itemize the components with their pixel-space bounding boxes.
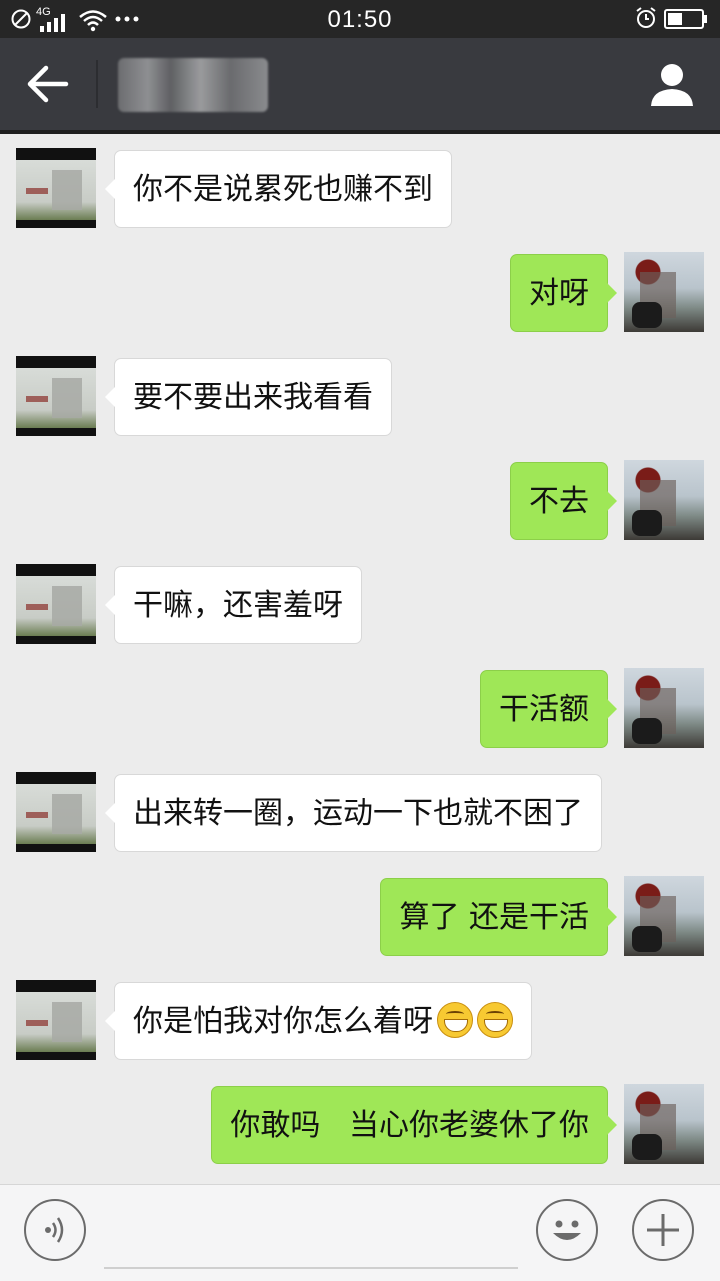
message-bubble[interactable]: 不去 (510, 462, 617, 540)
message-bubble[interactable]: 你敢吗 当心你老婆休了你 (211, 1086, 617, 1164)
message-sent: 不去 (0, 446, 720, 540)
my-avatar[interactable] (624, 876, 704, 956)
message-sent: 对呀 (0, 238, 720, 332)
my-avatar[interactable] (624, 668, 704, 748)
back-button[interactable] (24, 62, 74, 106)
battery-icon (664, 9, 707, 29)
back-arrow-icon (27, 65, 69, 103)
message-input[interactable] (104, 1205, 518, 1269)
contact-avatar[interactable] (16, 772, 96, 852)
emoji-button[interactable] (536, 1199, 598, 1261)
contact-avatar[interactable] (16, 356, 96, 436)
contact-avatar[interactable] (16, 148, 96, 228)
status-time: 01:50 (327, 6, 393, 33)
grinning-emoji-icon (477, 1001, 513, 1038)
voice-button[interactable] (24, 1199, 86, 1261)
plus-icon (647, 1214, 679, 1246)
message-bubble[interactable]: 对呀 (510, 254, 617, 332)
message-list[interactable]: 你不是说累死也赚不到 对呀 要不要出来我看看 不去 干嘛，还害羞呀 干活额 出来… (0, 134, 720, 1184)
voice-icon (45, 1217, 64, 1243)
my-avatar[interactable] (624, 1084, 704, 1164)
message-bubble[interactable]: 干嘛，还害羞呀 (105, 566, 362, 644)
message-bubble[interactable]: 出来转一圈，运动一下也就不困了 (105, 774, 602, 852)
alarm-icon (636, 7, 656, 28)
message-received: 干嘛，还害羞呀 (0, 550, 720, 644)
message-received: 你不是说累死也赚不到 (0, 134, 720, 228)
profile-button[interactable] (648, 60, 696, 108)
message-bubble[interactable]: 算了 还是干活 (380, 878, 617, 956)
my-avatar[interactable] (624, 252, 704, 332)
message-received: 要不要出来我看看 (0, 342, 720, 436)
contact-avatar[interactable] (16, 980, 96, 1060)
emoji-icon (553, 1220, 581, 1240)
message-received: 出来转一圈，运动一下也就不困了 (0, 758, 720, 852)
message-received: 你是怕我对你怎么着呀 (0, 966, 720, 1060)
my-avatar[interactable] (624, 460, 704, 540)
message-bubble[interactable]: 干活额 (480, 670, 617, 748)
contact-avatar[interactable] (16, 564, 96, 644)
header-divider (96, 60, 98, 108)
grinning-emoji-icon (437, 1001, 473, 1038)
message-bubble[interactable]: 你不是说累死也赚不到 (105, 150, 452, 228)
message-text: 你是怕我对你怎么着呀 (133, 1004, 433, 1039)
message-sent: 你敢吗 当心你老婆休了你 (0, 1070, 720, 1164)
message-bubble[interactable]: 你是怕我对你怎么着呀 (105, 982, 532, 1060)
input-bar (0, 1184, 720, 1281)
message-sent: 算了 还是干活 (0, 862, 720, 956)
contact-name[interactable] (118, 58, 268, 112)
more-actions-button[interactable] (632, 1199, 694, 1261)
profile-icon (651, 64, 693, 106)
chat-header (0, 38, 720, 134)
status-bar: 4G 01:50 (0, 0, 720, 38)
message-bubble[interactable]: 要不要出来我看看 (105, 358, 392, 436)
message-sent: 干活额 (0, 654, 720, 748)
